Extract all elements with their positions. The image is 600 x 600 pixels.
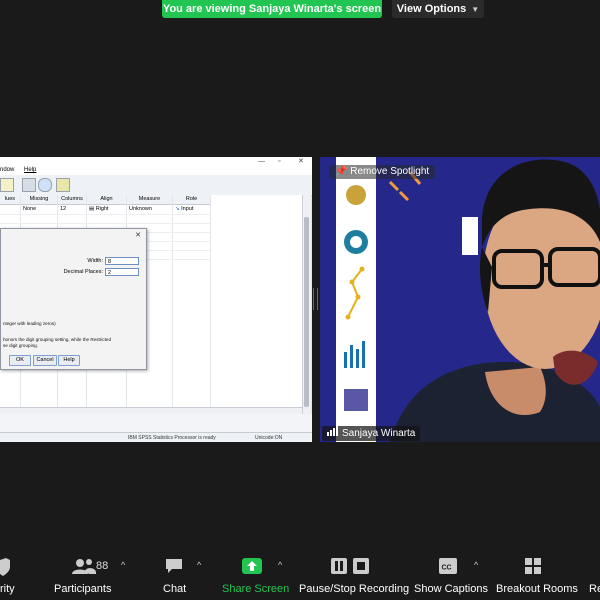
spss-toolbar bbox=[0, 175, 312, 196]
col-columns: Columns bbox=[58, 195, 87, 205]
menu-window[interactable]: ndow bbox=[0, 167, 14, 173]
participants-count: 88 bbox=[96, 560, 109, 572]
variable-type-dialog: ✕ Width: 8 Decimal Places: 2 nteger with… bbox=[0, 228, 147, 370]
breakout-rooms-icon bbox=[525, 558, 541, 574]
close-icon[interactable]: ✕ bbox=[135, 231, 141, 239]
remove-spotlight-button[interactable]: 📌 Remove Spotlight bbox=[329, 165, 436, 179]
participants-icon bbox=[72, 559, 96, 574]
share-caret-icon[interactable]: ^ bbox=[278, 560, 282, 570]
share-screen-icon bbox=[242, 558, 262, 574]
grid-line bbox=[0, 214, 210, 215]
width-label: Width: bbox=[87, 258, 103, 264]
security-label: rity bbox=[0, 583, 15, 595]
view-tabs-bar bbox=[0, 414, 312, 432]
chat-label: Chat bbox=[163, 583, 187, 595]
share-screen-button[interactable]: Share Screen bbox=[220, 548, 289, 600]
pause-stop-icon bbox=[331, 558, 369, 574]
cell-measure[interactable]: Unknown bbox=[127, 205, 152, 214]
decimal-places-input[interactable]: 2 bbox=[105, 268, 139, 276]
col-values: lues bbox=[0, 195, 21, 205]
grid-line bbox=[0, 223, 210, 224]
maximize-icon[interactable]: ▫ bbox=[278, 157, 280, 166]
status-unicode: Unicode:ON bbox=[255, 435, 283, 441]
share-screen-label: Share Screen bbox=[222, 583, 290, 595]
cancel-button[interactable]: Cancel bbox=[33, 355, 57, 366]
status-processor: IBM SPSS Statistics Processor is ready bbox=[128, 435, 216, 441]
help-button[interactable]: Help bbox=[58, 355, 80, 366]
ok-button[interactable]: OK bbox=[9, 355, 31, 366]
participants-label: Participants bbox=[54, 583, 112, 595]
captions-label: Show Captions bbox=[414, 583, 488, 595]
col-align: Align bbox=[87, 195, 127, 205]
cell-align-text: Right bbox=[95, 206, 109, 212]
spss-menubar: ndow Help bbox=[0, 166, 312, 175]
show-captions-button[interactable]: CC Show Captions bbox=[412, 548, 488, 600]
cell-missing[interactable]: None bbox=[21, 205, 36, 214]
dialog-note-1: nteger with leading zeros) bbox=[3, 321, 56, 326]
decimal-places-label: Decimal Places: bbox=[63, 269, 103, 275]
reactions-label: Re bbox=[589, 583, 600, 595]
pause-stop-recording-button[interactable]: Pause/Stop Recording bbox=[298, 548, 409, 600]
scrollbar-thumb[interactable] bbox=[304, 217, 309, 407]
meeting-toolbar: rity 88 Participants ^ Chat ^ Share Scre… bbox=[0, 548, 600, 600]
view-options-button[interactable]: View Options ▼ bbox=[392, 0, 484, 18]
participant-video bbox=[388, 159, 600, 442]
circle-target-icon[interactable] bbox=[56, 178, 70, 192]
close-icon[interactable]: ✕ bbox=[298, 157, 304, 166]
participant-name-tag: Sanjaya Winarta bbox=[322, 426, 421, 441]
cell-role-text: Input bbox=[181, 206, 194, 212]
col-missing: Missing bbox=[21, 195, 58, 205]
reactions-button[interactable]: Re bbox=[588, 548, 600, 600]
participants-caret-icon[interactable]: ^ bbox=[121, 560, 125, 570]
breakout-rooms-label: Breakout Rooms bbox=[496, 583, 578, 595]
spss-statusbar: IBM SPSS Statistics Processor is ready U… bbox=[0, 432, 312, 442]
chat-button[interactable]: Chat bbox=[160, 548, 188, 600]
shield-icon bbox=[0, 558, 10, 576]
col-measure: Measure bbox=[127, 195, 173, 205]
cell-role[interactable]: ↘ Input bbox=[173, 205, 193, 214]
menu-help[interactable]: Help bbox=[24, 167, 36, 173]
chat-icon bbox=[166, 559, 182, 573]
variables-icon[interactable] bbox=[22, 178, 36, 192]
security-button[interactable]: rity bbox=[0, 548, 20, 600]
signal-strength-icon bbox=[327, 426, 339, 441]
recording-label: Pause/Stop Recording bbox=[299, 583, 410, 595]
svg-text:CC: CC bbox=[442, 565, 452, 572]
breakout-rooms-button[interactable]: Breakout Rooms bbox=[494, 548, 578, 600]
remove-spotlight-label: Remove Spotlight bbox=[350, 166, 430, 177]
grid-line bbox=[210, 195, 211, 442]
minimize-icon[interactable]: — bbox=[258, 157, 265, 166]
participants-button[interactable]: 88 Participants bbox=[54, 548, 134, 600]
spss-titlebar: — ▫ ✕ bbox=[0, 157, 312, 166]
captions-caret-icon[interactable]: ^ bbox=[474, 560, 478, 570]
width-input[interactable]: 8 bbox=[105, 257, 139, 265]
cell-columns[interactable]: 12 bbox=[58, 205, 66, 214]
chevron-down-icon: ▼ bbox=[471, 5, 480, 14]
participant-name: Sanjaya Winarta bbox=[342, 428, 416, 439]
globe-icon[interactable] bbox=[38, 178, 52, 192]
align-right-icon: ▤ bbox=[89, 206, 96, 212]
screen-share-banner: You are viewing Sanjaya Winarta's screen bbox=[162, 0, 382, 18]
dialog-note-3: se digit grouping. bbox=[3, 343, 38, 348]
split-resize-handle[interactable] bbox=[313, 288, 318, 310]
table-icon[interactable] bbox=[0, 178, 14, 192]
cell-align[interactable]: ▤ Right bbox=[87, 205, 109, 214]
pin-icon: 📌 bbox=[335, 166, 351, 177]
col-role: Role bbox=[173, 195, 211, 205]
view-options-label: View Options bbox=[396, 3, 467, 15]
chat-caret-icon[interactable]: ^ bbox=[197, 560, 201, 570]
captions-icon: CC bbox=[439, 558, 457, 574]
screen-share-text: You are viewing Sanjaya Winarta's screen bbox=[162, 3, 382, 15]
spotlight-video-tile: 📌 Remove Spotlight Sanjaya Winarta bbox=[320, 157, 600, 442]
